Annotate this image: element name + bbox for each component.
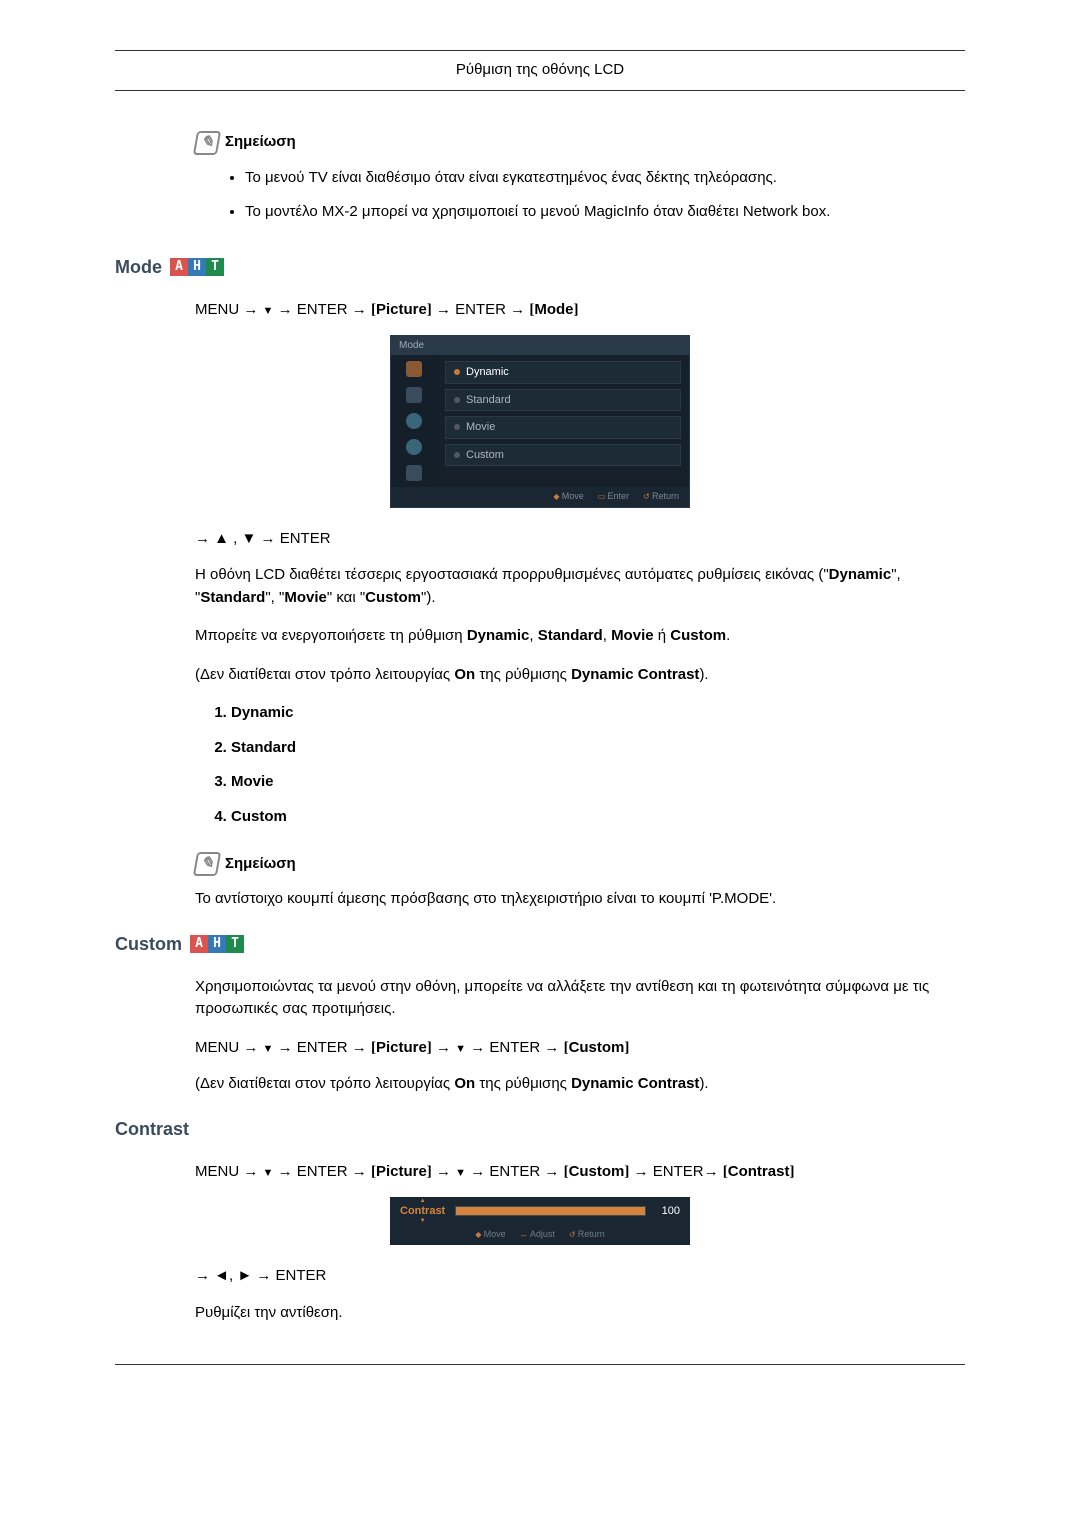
contrast-nav2: → ◄, ► → ENTER	[195, 1265, 965, 1288]
note-bullet: Το μοντέλο MX-2 μπορεί να χρησιμοποιεί τ…	[245, 201, 965, 224]
nav-custom: Custom	[569, 1163, 625, 1180]
note-icon: ✎	[193, 852, 221, 876]
nav-picture: Picture	[376, 1039, 427, 1056]
rule-header	[115, 90, 965, 91]
rail-icon	[406, 361, 422, 377]
nav-enter: → ENTER →	[436, 301, 525, 318]
down-arrow-icon: ▼	[263, 1165, 274, 1182]
osd2-foot-adjust: Adjust	[520, 1228, 555, 1242]
down-arrow-icon: ▼	[455, 1041, 466, 1058]
osd-foot-move: Move	[553, 490, 583, 504]
osd-foot-return: Return	[643, 490, 679, 504]
rail-icon	[406, 439, 422, 455]
note-block: ✎ Σημείωση	[195, 131, 965, 155]
osd-foot-enter: Enter	[598, 490, 629, 504]
mode-list-item: Dynamic	[231, 702, 965, 725]
rule-top	[115, 50, 965, 51]
osd-item-movie[interactable]: Movie	[445, 416, 681, 439]
note-bullet: Το μενού TV είναι διαθέσιμο όταν είναι ε…	[245, 167, 965, 190]
nav-enter: → ENTER →	[470, 1163, 559, 1180]
osd2-foot-return: Return	[569, 1228, 605, 1242]
contrast-para: Ρυθμίζει την αντίθεση.	[195, 1302, 965, 1325]
nav-mode: Mode	[534, 301, 573, 318]
section-title: Mode	[115, 254, 162, 281]
note-bullets: Το μενού TV είναι διαθέσιμο όταν είναι ε…	[245, 167, 965, 224]
note-icon: ✎	[193, 131, 221, 155]
osd-footer: Move Enter Return	[391, 487, 689, 507]
mode-list: Dynamic Standard Movie Custom	[231, 702, 965, 828]
nav-enter: → ENTER→	[634, 1163, 719, 1180]
mode-list-item: Custom	[231, 806, 965, 829]
nav-contrast: Contrast	[728, 1163, 790, 1180]
nav-enter: → ENTER →	[278, 1163, 367, 1180]
note-block-2: ✎ Σημείωση	[195, 852, 965, 876]
nav-menu: MENU →	[195, 1163, 258, 1180]
mode-para3: (Δεν διατίθεται στον τρόπο λειτουργίας O…	[195, 664, 965, 687]
rail-icon	[406, 465, 422, 481]
mode-nav2: → ▲ , ▼ → ENTER	[195, 528, 965, 551]
osd2-label: Contrast	[400, 1203, 445, 1220]
custom-nav-path: MENU → ▼ → ENTER → [Picture] → ▼ → ENTER…	[195, 1037, 965, 1060]
rail-icon	[406, 413, 422, 429]
aht-badge: AHT	[170, 258, 224, 276]
down-arrow-icon: ▼	[455, 1165, 466, 1182]
nav-arrow: →	[436, 1163, 451, 1180]
nav-enter: → ENTER →	[278, 1039, 367, 1056]
contrast-nav-path: MENU → ▼ → ENTER → [Picture] → ▼ → ENTER…	[195, 1161, 965, 1184]
mode-para1: Η οθόνη LCD διαθέτει τέσσερις εργοστασια…	[195, 564, 965, 609]
osd-list: Dynamic Standard Movie Custom	[437, 355, 689, 487]
contrast-value: 100	[654, 1203, 680, 1220]
custom-para: Χρησιμοποιώντας τα μενού στην οθόνη, μπο…	[195, 976, 965, 1021]
contrast-slider[interactable]	[455, 1206, 646, 1216]
nav-enter: → ENTER →	[470, 1039, 559, 1056]
osd-item-standard[interactable]: Standard	[445, 389, 681, 412]
nav-menu: MENU →	[195, 301, 258, 318]
mode-list-item: Movie	[231, 771, 965, 794]
nav-picture: Picture	[376, 1163, 427, 1180]
nav-picture: Picture	[376, 301, 427, 318]
section-title: Contrast	[115, 1116, 189, 1143]
nav-custom: Custom	[569, 1039, 625, 1056]
note-label: Σημείωση	[225, 853, 296, 876]
osd-title: Mode	[391, 336, 689, 355]
custom-para2: (Δεν διατίθεται στον τρόπο λειτουργίας O…	[195, 1073, 965, 1096]
page-header: Ρύθμιση της οθόνης LCD	[115, 59, 965, 82]
osd-mode-dialog: Mode Dynamic Standard Movie Custom Move …	[390, 335, 690, 508]
section-contrast-heading: Contrast	[115, 1116, 965, 1143]
section-title: Custom	[115, 931, 182, 958]
osd-item-dynamic[interactable]: Dynamic	[445, 361, 681, 384]
osd2-footer: Move Adjust Return	[390, 1226, 690, 1246]
mode-para2: Μπορείτε να ενεργοποιήσετε τη ρύθμιση Dy…	[195, 625, 965, 648]
aht-badge: AHT	[190, 935, 244, 953]
note2-text: Το αντίστοιχο κουμπί άμεσης πρόσβασης στ…	[195, 888, 965, 911]
nav-enter: → ENTER →	[278, 301, 367, 318]
osd-item-custom[interactable]: Custom	[445, 444, 681, 467]
rule-bottom	[115, 1364, 965, 1365]
osd-contrast-dialog: Contrast 100 Move Adjust Return	[390, 1197, 690, 1245]
nav-arrow: →	[436, 1039, 451, 1056]
section-custom-heading: Custom AHT	[115, 931, 965, 958]
down-arrow-icon: ▼	[263, 1041, 274, 1058]
osd2-foot-move: Move	[475, 1228, 505, 1242]
rail-icon	[406, 387, 422, 403]
mode-nav-path: MENU → ▼ → ENTER → [Picture] → ENTER → […	[195, 299, 965, 322]
osd-rail	[391, 355, 437, 487]
mode-list-item: Standard	[231, 737, 965, 760]
section-mode-heading: Mode AHT	[115, 254, 965, 281]
nav-menu: MENU →	[195, 1039, 258, 1056]
down-arrow-icon: ▼	[263, 303, 274, 320]
note-label: Σημείωση	[225, 131, 296, 154]
